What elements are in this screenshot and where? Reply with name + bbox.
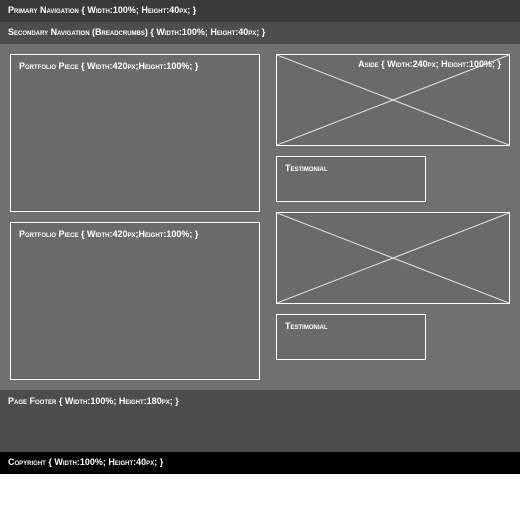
left-column: Portfolio Piece { Width:420px;Height:100… [10, 54, 260, 380]
breadcrumb[interactable]: Secondary Navigation (Breadcrumbs) { Wid… [0, 22, 520, 44]
testimonial-block: Testimonial [276, 156, 426, 202]
primary-nav-label: Primary Navigation { Width:100%; Height:… [8, 5, 196, 15]
testimonial-block: Testimonial [276, 314, 426, 360]
portfolio-piece: Portfolio Piece { Width:420px;Height:100… [10, 54, 260, 212]
placeholder-x-icon [277, 213, 509, 303]
portfolio-label: Portfolio Piece { Width:420px;Height:100… [19, 61, 198, 71]
portfolio-label: Portfolio Piece { Width:420px;Height:100… [19, 229, 198, 239]
footer-label: Page Footer { Width:100%; Height:180px; … [8, 396, 179, 406]
testimonial-label: Testimonial [285, 321, 328, 331]
aside-block [276, 212, 510, 304]
aside-block: Aside { Width:240px; Height:100%; } [276, 54, 510, 146]
breadcrumb-label: Secondary Navigation (Breadcrumbs) { Wid… [8, 27, 265, 37]
primary-navigation[interactable]: Primary Navigation { Width:100%; Height:… [0, 0, 520, 22]
aside-label: Aside { Width:240px; Height:100%; } [358, 59, 501, 70]
right-column: Aside { Width:240px; Height:100%; } Test… [276, 54, 510, 380]
copyright-label: Copyright { Width:100%; Height:40px; } [8, 457, 163, 467]
copyright-bar: Copyright { Width:100%; Height:40px; } [0, 452, 520, 474]
portfolio-piece: Portfolio Piece { Width:420px;Height:100… [10, 222, 260, 380]
main-content: Portfolio Piece { Width:420px;Height:100… [0, 44, 520, 390]
page-footer: Page Footer { Width:100%; Height:180px; … [0, 390, 520, 452]
testimonial-label: Testimonial [285, 163, 328, 173]
